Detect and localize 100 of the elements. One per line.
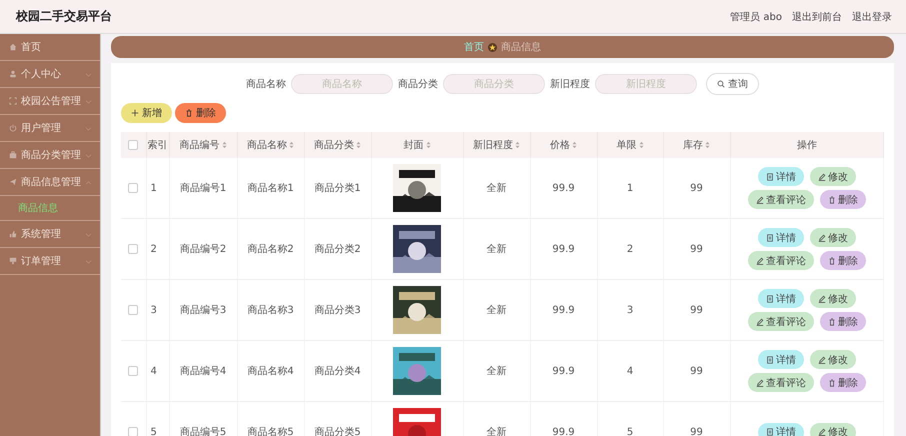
column-header[interactable]: 封面 [371,132,463,158]
pencil-icon [818,234,826,242]
field-label: 新旧程度 [550,78,590,91]
chevron-icon [85,232,92,236]
column-header[interactable]: 操作 [730,132,884,158]
pencil-icon [756,318,764,326]
pencil-icon [818,172,826,180]
search-field[interactable]: 商品名称 [291,74,393,94]
detail-button[interactable]: 详情 [758,289,804,308]
table-cell: 4 [150,366,157,376]
column-header[interactable]: 商品名称 [237,132,304,158]
row-checkbox[interactable] [128,426,138,436]
select-all-checkbox[interactable] [128,140,138,150]
sort-icon [289,141,294,149]
table-cell: 商品名称4 [247,366,294,377]
user-icon [9,70,17,78]
delete-button[interactable]: 删除 [175,103,226,123]
table-cell: 全新 [486,183,506,194]
table-cell: 商品分类5 [314,427,361,436]
trash-icon [185,109,193,117]
document-icon [766,234,774,242]
edit-button[interactable]: 修改 [810,289,856,308]
search-button[interactable]: 查询 [706,73,759,95]
review-button[interactable]: 查看评论 [748,251,814,270]
search-field[interactable]: 商品分类 [443,74,545,94]
pencil-icon [818,294,826,302]
table-cell: 5 [150,426,157,436]
row-checkbox[interactable] [128,182,138,193]
chevron-icon [85,126,92,130]
delete-button[interactable]: 删除 [820,190,866,209]
review-button[interactable]: 查看评论 [748,190,814,209]
pencil-icon [756,196,764,204]
table-cell: 99.9 [552,244,575,254]
table-cell: 2 [150,244,157,254]
column-header[interactable]: 商品编号 [169,132,237,158]
detail-button[interactable]: 详情 [758,228,804,247]
detail-button[interactable]: 详情 [758,422,804,436]
edit-button[interactable]: 修改 [810,350,856,369]
column-header[interactable]: 索引 [146,132,169,158]
pencil-icon [756,378,764,386]
menu-item[interactable]: 个人中心 [0,61,100,88]
trash-icon [828,256,836,264]
pencil-icon [756,256,764,264]
pencil-icon [818,428,826,436]
table-cell: 商品编号5 [180,427,226,436]
search-field[interactable]: 新旧程度 [595,74,697,94]
briefcase-icon [9,151,17,159]
sort-icon [426,141,430,149]
table-cell: 3 [626,304,634,316]
table-cell: 商品名称3 [247,305,294,316]
sort-icon [572,141,577,149]
trash-icon [828,318,836,326]
star-icon [488,42,497,52]
sort-icon [222,141,226,149]
table-cell: 全新 [486,366,506,377]
table-cell: 99.9 [552,182,575,194]
delete-button[interactable]: 删除 [820,312,866,331]
header-link[interactable]: 退出登录 [852,10,892,24]
sort-icon [705,141,710,149]
header-link[interactable]: 退出到前台 [792,10,842,24]
row-checkbox[interactable] [128,304,138,315]
column-header[interactable]: 价格 [530,132,597,158]
table-cell: 商品编号3 [180,305,226,316]
frame-icon [9,97,17,105]
detail-button[interactable]: 详情 [758,167,804,186]
column-header[interactable]: 库存 [663,132,730,158]
table-cell: 全新 [486,244,506,255]
review-button[interactable]: 查看评论 [748,312,814,331]
review-button[interactable]: 查看评论 [748,373,814,392]
column-header[interactable]: 新旧程度 [463,132,530,158]
table-cell: 1 [150,182,157,194]
table-cell: 99.9 [552,426,575,436]
chevron-icon [85,72,92,76]
table-cell: 商品名称5 [247,427,294,436]
trash-icon [828,196,836,204]
edit-button[interactable]: 修改 [810,167,856,186]
table-cell: 商品编号2 [180,244,226,255]
row-checkbox[interactable] [128,366,138,376]
home-icon [9,43,17,51]
table-cell: 99.9 [552,366,575,376]
add-button[interactable]: 新增 [121,103,172,123]
table-cell: 全新 [486,305,506,316]
column-header[interactable]: 商品分类 [304,132,371,158]
column-header[interactable]: 单限 [597,132,663,158]
table-cell: 4 [626,366,634,376]
table-cell: 商品名称2 [247,244,294,255]
plus-icon [131,109,139,117]
table-cell: 1 [626,182,634,194]
document-icon [766,356,774,364]
table-cell: 99.9 [552,304,575,316]
delete-button[interactable]: 删除 [820,251,866,270]
table-cell: 商品分类2 [314,244,361,255]
row-checkbox[interactable] [128,244,138,254]
send-icon [9,178,17,186]
site-title: 校园二手交易平台 [16,8,112,25]
edit-button[interactable]: 修改 [810,228,856,247]
detail-button[interactable]: 详情 [758,350,804,369]
sort-icon [356,141,361,149]
delete-button[interactable]: 删除 [820,373,866,392]
table-cell: 99 [690,304,703,316]
